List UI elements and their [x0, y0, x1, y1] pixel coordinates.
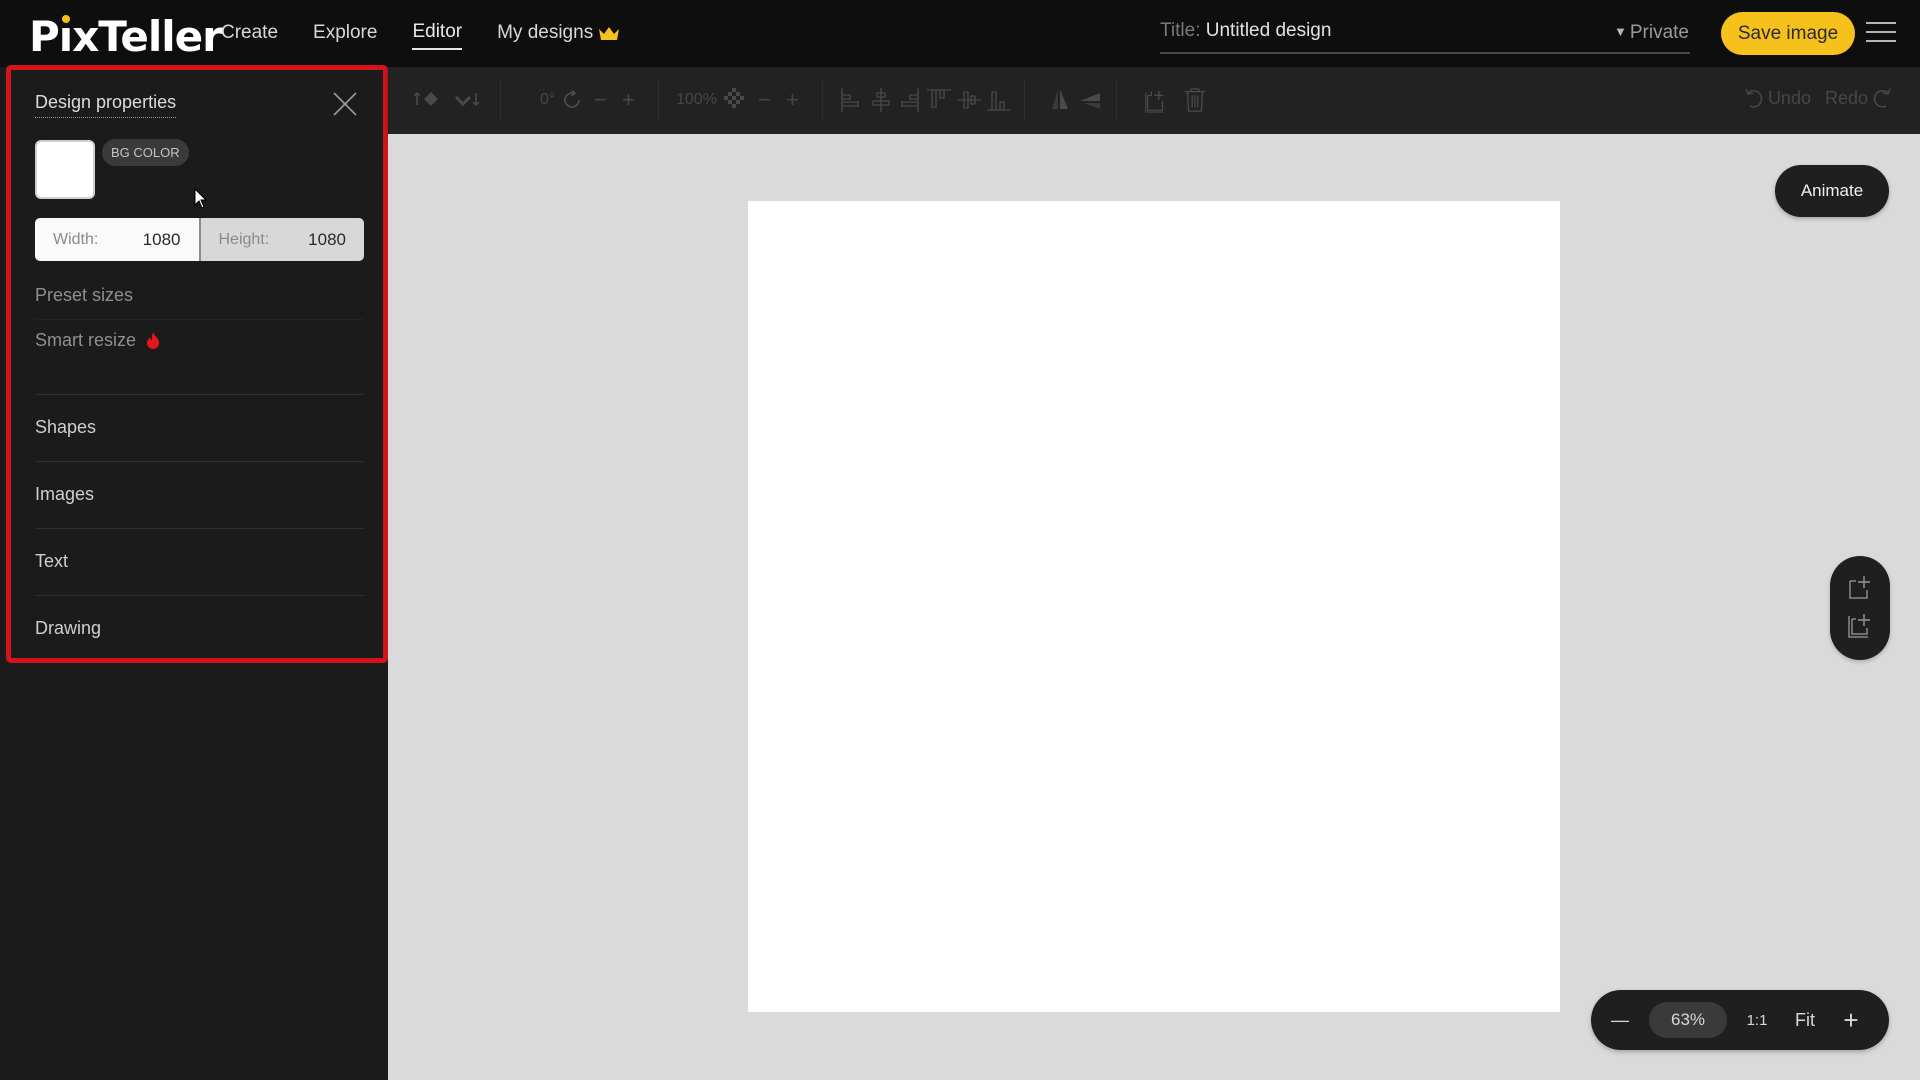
- align-bottom-icon[interactable]: [986, 87, 1012, 113]
- mouse-cursor-icon: [194, 188, 208, 209]
- toolbar-divider: [1116, 79, 1117, 121]
- nav-my-designs-label: My designs: [497, 22, 594, 43]
- align-left-icon[interactable]: [840, 87, 862, 113]
- bg-color-swatch[interactable]: [35, 140, 95, 199]
- trash-icon[interactable]: [1182, 87, 1208, 113]
- preset-sizes-link[interactable]: Preset sizes: [35, 285, 133, 306]
- top-navbar: PıxTeller Create Explore Editor My desig…: [0, 0, 1920, 67]
- section-drawing[interactable]: Drawing: [35, 618, 101, 639]
- height-field[interactable]: Height: 1080: [200, 218, 364, 261]
- zoom-out-button[interactable]: —: [1591, 1010, 1649, 1031]
- close-icon[interactable]: [332, 91, 358, 117]
- toolbar-divider: [1024, 79, 1025, 121]
- zoom-1to1-button[interactable]: 1:1: [1727, 1012, 1787, 1029]
- align-center-icon[interactable]: [870, 87, 892, 113]
- zoom-fit-button[interactable]: Fit: [1787, 1010, 1823, 1031]
- nav-editor[interactable]: Editor: [412, 21, 463, 50]
- duplicate-icon[interactable]: [1142, 87, 1170, 113]
- editor-toolbar: 0° − + 100% − + Undo Redo: [388, 67, 1920, 134]
- design-properties-panel: Design properties BG COLOR Width: 1080 H…: [6, 65, 388, 663]
- privacy-label: Private: [1629, 22, 1689, 43]
- divider: [35, 461, 364, 462]
- divider: [35, 394, 364, 395]
- redo-icon: [1873, 88, 1891, 108]
- design-title-field[interactable]: Title: Untitled design: [1160, 20, 1690, 54]
- height-value[interactable]: 1080: [308, 230, 346, 250]
- animate-button[interactable]: Animate: [1775, 165, 1889, 217]
- send-backward-icon[interactable]: [452, 87, 482, 113]
- section-text[interactable]: Text: [35, 551, 68, 572]
- dimensions-inputs: Width: 1080 Height: 1080: [35, 218, 364, 261]
- privacy-dropdown[interactable]: ▼ Private: [1614, 22, 1689, 44]
- bring-forward-icon[interactable]: [412, 87, 442, 113]
- page-actions-pill: [1830, 556, 1890, 660]
- rotate-icon[interactable]: [560, 87, 584, 113]
- undo-button[interactable]: Undo: [1744, 87, 1811, 109]
- section-shapes[interactable]: Shapes: [35, 417, 96, 438]
- redo-button[interactable]: Redo: [1825, 87, 1892, 109]
- flip-vertical-icon[interactable]: [1078, 87, 1102, 113]
- divider: [35, 595, 364, 596]
- main-nav: Create Explore Editor My designs: [221, 21, 655, 50]
- title-value[interactable]: Untitled design: [1206, 20, 1332, 41]
- opacity-value: 100%: [676, 91, 717, 108]
- flame-icon: [147, 332, 160, 349]
- nav-my-designs[interactable]: My designs: [497, 21, 620, 50]
- toolbar-divider: [500, 79, 501, 121]
- add-page-icon[interactable]: [1847, 574, 1873, 600]
- align-middle-icon[interactable]: [956, 87, 982, 113]
- toolbar-divider: [658, 79, 659, 121]
- rotation-value: 0°: [540, 91, 556, 108]
- zoom-controls: — 63% 1:1 Fit +: [1591, 990, 1889, 1050]
- menu-icon[interactable]: [1866, 22, 1896, 46]
- align-right-icon[interactable]: [898, 87, 920, 113]
- title-label: Title:: [1160, 20, 1201, 41]
- height-label: Height:: [218, 230, 270, 248]
- smart-resize-link[interactable]: Smart resize: [35, 330, 161, 351]
- width-field[interactable]: Width: 1080: [35, 218, 201, 261]
- save-image-button[interactable]: Save image: [1721, 12, 1855, 55]
- opacity-minus-icon[interactable]: −: [758, 87, 771, 113]
- smart-resize-label: Smart resize: [35, 330, 137, 350]
- pixteller-logo[interactable]: PıxTeller: [29, 12, 223, 61]
- opacity-checker-icon[interactable]: [724, 87, 748, 113]
- design-canvas[interactable]: [748, 201, 1560, 1012]
- flip-horizontal-icon[interactable]: [1048, 87, 1070, 113]
- width-label: Width:: [53, 230, 99, 248]
- align-top-icon[interactable]: [926, 87, 952, 113]
- caret-down-icon: ▼: [1613, 24, 1627, 39]
- section-images[interactable]: Images: [35, 484, 94, 505]
- width-value[interactable]: 1080: [143, 230, 181, 250]
- redo-label: Redo: [1824, 87, 1868, 108]
- panel-title: Design properties: [35, 92, 177, 118]
- rotate-plus-icon[interactable]: +: [622, 87, 635, 113]
- nav-explore[interactable]: Explore: [313, 21, 377, 50]
- zoom-percent[interactable]: 63%: [1649, 1002, 1727, 1038]
- bg-color-label[interactable]: BG COLOR: [102, 139, 189, 166]
- history-controls: Undo Redo: [1744, 87, 1892, 109]
- crown-icon: [599, 26, 620, 40]
- nav-create[interactable]: Create: [221, 21, 278, 50]
- divider: [35, 319, 364, 320]
- divider: [35, 528, 364, 529]
- rotate-minus-icon[interactable]: −: [594, 87, 607, 113]
- opacity-plus-icon[interactable]: +: [786, 87, 799, 113]
- toolbar-divider: [822, 79, 823, 121]
- undo-label: Undo: [1767, 87, 1811, 108]
- duplicate-page-icon[interactable]: [1847, 612, 1873, 638]
- zoom-in-button[interactable]: +: [1823, 1005, 1879, 1036]
- undo-icon: [1745, 88, 1763, 108]
